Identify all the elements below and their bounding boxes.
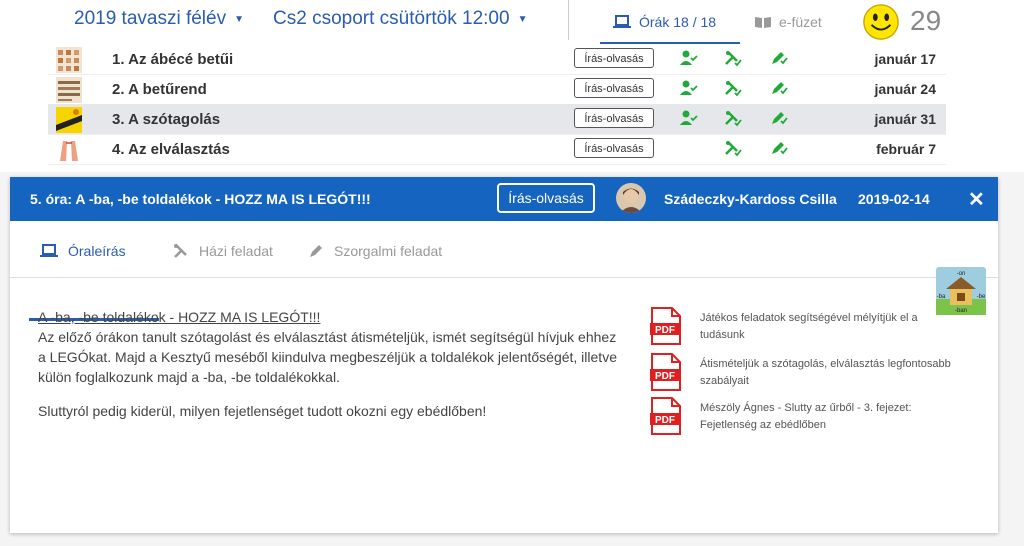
list-item[interactable]: 3. A szótagolás Írás-olvasás január 31: [48, 104, 946, 135]
pdf-attachment[interactable]: PDF Játékos feladatok segítségével mélyí…: [650, 307, 980, 347]
alphabet-order-thumbnail-icon: [56, 77, 82, 103]
lesson-description: A -ba, -be toldalékok - HOZZ MA IS LEGÓT…: [38, 307, 618, 435]
tab-extra[interactable]: Szorgalmi feladat: [308, 243, 442, 259]
group-select[interactable]: Cs2 csoport csütörtök 12:00 ▼: [273, 8, 527, 30]
tools-icon: [174, 244, 187, 258]
lesson-title: 1. Az ábécé betűi: [112, 51, 234, 68]
score-count: 29: [910, 5, 942, 36]
pdf-file-icon: PDF: [650, 307, 681, 345]
lesson-title: 4. Az elválasztás: [112, 141, 230, 158]
subject-badge[interactable]: Írás-olvasás: [574, 78, 654, 98]
tab-description[interactable]: Óraleírás: [40, 243, 126, 259]
attendance-check-icon: [680, 80, 698, 95]
smiley-icon: [863, 4, 899, 40]
syllable-thumbnail-icon: [56, 107, 82, 133]
group-label: Cs2 csoport csütörtök 12:00: [273, 8, 510, 29]
extra-task-check-icon: [772, 112, 788, 125]
top-bar: 2019 tavaszi félév ▼ Cs2 csoport csütört…: [0, 0, 1024, 45]
divider: [568, 0, 569, 40]
panel-title: 5. óra: A -ba, -be toldalékok - HOZZ MA …: [30, 191, 371, 207]
close-icon[interactable]: ✕: [968, 187, 985, 212]
pdf-badge-label: PDF: [655, 325, 675, 336]
list-item[interactable]: 1. Az ábécé betűi Írás-olvasás január 17: [48, 44, 946, 75]
tab-homework[interactable]: Házi feladat: [173, 243, 273, 259]
caret-down-icon: ▼: [234, 13, 244, 25]
pdf-attachment[interactable]: PDF Mészöly Ágnes - Slutty az űrből - 3.…: [650, 397, 980, 437]
panel-tabs: Óraleírás Házi feladat Szorgalmi feladat…: [10, 221, 998, 321]
teacher-name: Szádeczky-Kardoss Csilla: [664, 191, 837, 207]
attendance-check-icon: [680, 50, 698, 65]
tab-lessons-label: Órák 18 / 18: [639, 14, 717, 30]
subject-badge[interactable]: Írás-olvasás: [497, 183, 595, 213]
hyphenation-thumbnail-icon: [56, 137, 82, 163]
laptop-icon: [613, 15, 631, 28]
tab-efuzet[interactable]: e-füzet: [755, 14, 822, 30]
teacher-avatar: [616, 183, 646, 213]
homework-check-icon: [725, 51, 742, 67]
suffix-label-left: -ba: [937, 294, 946, 300]
pencil-icon: [310, 245, 322, 257]
tab-efuzet-label: e-füzet: [779, 14, 822, 30]
laptop-icon: [40, 244, 58, 257]
homework-check-icon: [725, 81, 742, 97]
suffix-label-top: -on: [957, 271, 966, 277]
lesson-date: február 7: [876, 141, 936, 157]
list-item[interactable]: 4. Az elválasztás Írás-olvasás február 7: [48, 134, 946, 165]
extra-task-check-icon: [772, 52, 788, 65]
pdf-attachment[interactable]: PDF Átismételjük a szótagolás, elválaszt…: [650, 353, 980, 393]
suffix-label-right: -be: [977, 294, 986, 300]
semester-select[interactable]: 2019 tavaszi félév ▼: [74, 8, 244, 30]
book-icon: [755, 17, 771, 28]
attachment-label: Játékos feladatok segítségével mélyítjük…: [700, 312, 918, 341]
homework-check-icon: [725, 141, 742, 157]
caret-down-icon: ▼: [517, 13, 528, 25]
lesson-date: január 24: [874, 81, 936, 97]
lesson-date: január 17: [874, 51, 936, 67]
alphabet-thumbnail-icon: [56, 47, 82, 73]
lesson-title: 2. A betűrend: [112, 81, 207, 98]
extra-task-check-icon: [772, 82, 788, 95]
list-item[interactable]: 2. A betűrend Írás-olvasás január 24: [48, 74, 946, 105]
homework-check-icon: [725, 111, 742, 127]
tab-description-label: Óraleírás: [68, 243, 126, 259]
subject-badge[interactable]: Írás-olvasás: [574, 48, 654, 68]
semester-label: 2019 tavaszi félév: [74, 8, 227, 29]
lesson-title: 3. A szótagolás: [112, 111, 221, 128]
pdf-file-icon: PDF: [650, 353, 681, 391]
pdf-file-icon: PDF: [650, 397, 681, 435]
subject-badge[interactable]: Írás-olvasás: [574, 108, 654, 128]
attachment-label: Mészöly Ágnes - Slutty az űrből - 3. fej…: [700, 402, 912, 431]
description-paragraph: Az előző órákon tanult szótagolást és el…: [38, 329, 617, 385]
pdf-badge-label: PDF: [655, 415, 675, 426]
pdf-badge-label: PDF: [655, 371, 675, 382]
description-paragraph: Sluttyról pedig kiderül, milyen fejetlen…: [38, 403, 487, 419]
lesson-date: 2019-02-14: [858, 191, 930, 207]
tab-lessons[interactable]: Órák 18 / 18: [613, 14, 716, 30]
panel-header: 5. óra: A -ba, -be toldalékok - HOZZ MA …: [10, 177, 998, 221]
attendance-check-icon: [680, 110, 698, 125]
lesson-detail-panel: 5. óra: A -ba, -be toldalékok - HOZZ MA …: [10, 177, 998, 533]
tab-homework-label: Házi feladat: [199, 243, 273, 259]
lesson-date: január 31: [874, 111, 936, 127]
subject-badge[interactable]: Írás-olvasás: [574, 138, 654, 158]
description-heading-link[interactable]: A -ba, -be toldalékok - HOZZ MA IS LEGÓT…: [38, 309, 320, 325]
attachment-label: Átismételjük a szótagolás, elválasztás l…: [700, 358, 951, 387]
tab-extra-label: Szorgalmi feladat: [334, 243, 443, 259]
extra-task-check-icon: [772, 142, 788, 155]
lesson-list: 1. Az ábécé betűi Írás-olvasás január 17…: [0, 44, 1024, 172]
